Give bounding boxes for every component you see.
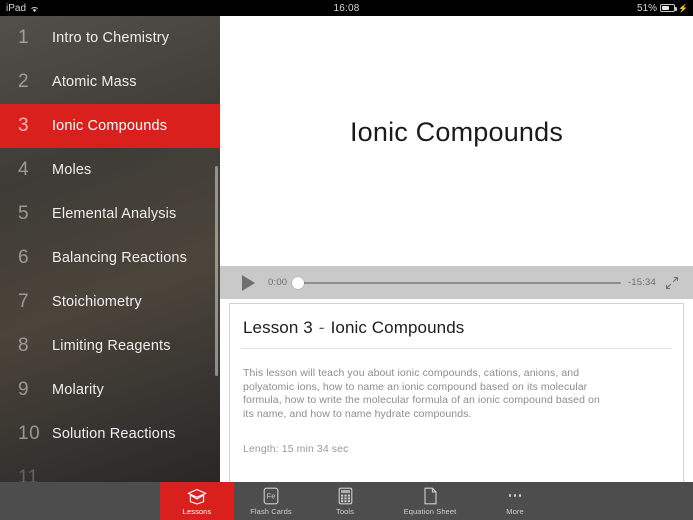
- bottom-tab-bar[interactable]: Lessons Fe Flash Cards Tools Equation Sh…: [0, 482, 693, 520]
- lessons-sidebar[interactable]: 1 Intro to Chemistry 2 Atomic Mass 3 Ionic Co…: [0, 16, 220, 520]
- lesson-row-7[interactable]: 7 Stoichiometry: [0, 280, 220, 324]
- lesson-row-1[interactable]: 1 Intro to Chemistry: [0, 16, 220, 60]
- tab-more-label: More: [506, 506, 524, 516]
- battery-icon: [660, 4, 678, 12]
- lesson-number: 5: [18, 203, 30, 224]
- video-controls-bar[interactable]: 0:00 -15:34: [220, 266, 693, 299]
- lesson-title: Intro to Chemistry: [52, 30, 170, 46]
- tab-bar-spacer: [0, 482, 160, 520]
- lesson-row-8[interactable]: 8 Limiting Reagents: [0, 324, 220, 368]
- lesson-number: 4: [18, 159, 30, 180]
- lesson-list[interactable]: 1 Intro to Chemistry 2 Atomic Mass 3 Ionic Co…: [0, 16, 220, 500]
- ellipsis-icon: [508, 487, 522, 505]
- heading-separator: -: [318, 318, 325, 337]
- lesson-title: Moles: [52, 162, 92, 178]
- lesson-number-label: Lesson 3: [243, 318, 313, 337]
- play-icon[interactable]: [242, 274, 255, 291]
- lesson-row-9[interactable]: 9 Molarity: [0, 368, 220, 412]
- lesson-number: 6: [18, 247, 30, 268]
- graduation-cap-icon: [187, 487, 207, 505]
- scrubber-knob[interactable]: [292, 276, 305, 289]
- lesson-title: Solution Reactions: [52, 426, 176, 442]
- lesson-number: 7: [18, 291, 30, 312]
- tab-flash-cards[interactable]: Fe Flash Cards: [234, 482, 308, 520]
- lesson-number: 3: [18, 115, 30, 136]
- tab-tools[interactable]: Tools: [308, 482, 382, 520]
- video-slide-title: Ionic Compounds: [349, 116, 564, 147]
- lesson-number: 2: [18, 71, 30, 92]
- ipad-app-screen: iPad 16:08 51% ⚡ 1 Intro to Chemistry 2 Ato…: [0, 0, 693, 520]
- lesson-title: Elemental Analysis: [52, 206, 177, 222]
- tab-flash-cards-label: Flash Cards: [250, 506, 292, 516]
- calculator-icon: [338, 487, 353, 505]
- lesson-title-label: Ionic Compounds: [330, 318, 465, 337]
- lesson-title: Stoichiometry: [52, 294, 142, 310]
- lesson-title: Molarity: [52, 382, 104, 398]
- svg-text:Fe: Fe: [267, 491, 276, 500]
- lesson-card-body: This lesson will teach you about ionic c…: [230, 349, 683, 455]
- tab-equation-sheet-label: Equation Sheet: [403, 506, 457, 516]
- status-bar: iPad 16:08 51% ⚡: [0, 0, 693, 16]
- lesson-row-2[interactable]: 2 Atomic Mass: [0, 60, 220, 104]
- battery-percent-label: 51%: [637, 2, 658, 14]
- length-label: Length:: [243, 443, 279, 455]
- lesson-row-6[interactable]: 6 Balancing Reactions: [0, 236, 220, 280]
- lesson-row-3[interactable]: 3 Ionic Compounds: [0, 104, 220, 148]
- lesson-title: Ionic Compounds: [52, 118, 168, 134]
- elapsed-time-label: 0:00: [268, 277, 288, 288]
- tab-equation-sheet[interactable]: Equation Sheet: [382, 482, 478, 520]
- status-bar-clock: 16:08: [333, 2, 360, 14]
- lesson-detail-panel: Ionic Compounds 0:00 -15:34 Lesson 3 - I…: [220, 16, 693, 520]
- tab-more[interactable]: More: [478, 482, 552, 520]
- flash-card-fe-icon: Fe: [263, 487, 279, 505]
- tab-tools-label: Tools: [335, 506, 354, 516]
- lesson-row-5[interactable]: 5 Elemental Analysis: [0, 192, 220, 236]
- tab-lessons[interactable]: Lessons: [160, 482, 234, 520]
- lesson-number: 8: [18, 335, 30, 356]
- lesson-info-card: Lesson 3 - Ionic Compounds This lesson w…: [229, 303, 684, 487]
- document-icon: [423, 487, 438, 505]
- lesson-row-10[interactable]: 10 Solution Reactions: [0, 412, 220, 456]
- tab-lessons-label: Lessons: [182, 506, 212, 516]
- lesson-title: Atomic Mass: [52, 74, 137, 90]
- remaining-time-label: -15:34: [627, 277, 656, 288]
- status-bar-right: 51% ⚡: [637, 3, 688, 14]
- video-player-stage[interactable]: Ionic Compounds: [220, 16, 693, 248]
- lesson-number: 9: [18, 379, 30, 400]
- lesson-length-row: Length: 15 min 34 sec: [243, 443, 670, 455]
- fullscreen-expand-icon[interactable]: [665, 276, 679, 290]
- scrubber-slider[interactable]: [292, 275, 621, 291]
- lesson-title: Balancing Reactions: [52, 250, 188, 266]
- scrubber-track[interactable]: [294, 281, 621, 284]
- lesson-row-4[interactable]: 4 Moles: [0, 148, 220, 192]
- lesson-number: 1: [18, 27, 30, 48]
- charging-bolt-icon: ⚡: [678, 3, 688, 13]
- lesson-description: This lesson will teach you about ionic c…: [243, 367, 600, 420]
- sidebar-scrollbar[interactable]: [215, 166, 218, 376]
- lesson-card-heading: Lesson 3 - Ionic Compounds: [230, 304, 683, 348]
- length-value: 15 min 34 sec: [281, 443, 349, 455]
- lesson-number: 10: [18, 423, 41, 444]
- lesson-title: Limiting Reagents: [52, 338, 171, 354]
